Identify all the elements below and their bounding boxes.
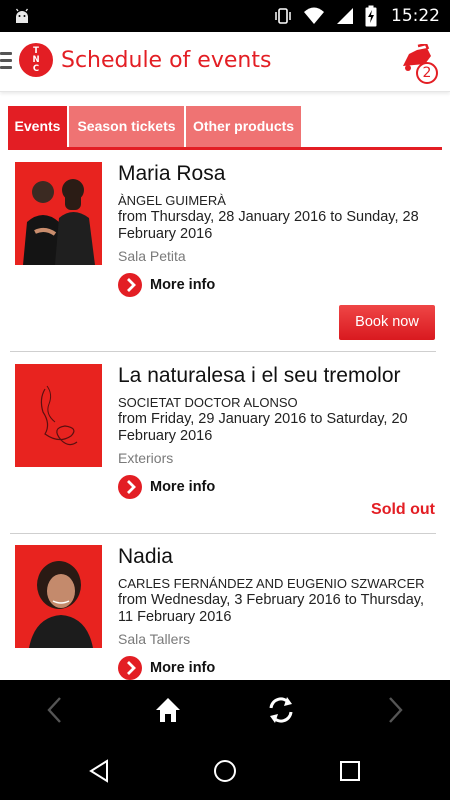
event-author: SOCIETAT DOCTOR ALONSO: [118, 395, 298, 410]
bottom-toolbar: [0, 680, 450, 740]
event-photo: [15, 364, 102, 467]
event-author: CARLES FERNÁNDEZ AND EUGENIO SZWARCER: [118, 576, 425, 591]
more-info-link[interactable]: More info: [118, 475, 438, 499]
more-info-label: More info: [150, 660, 216, 676]
event-dates: from Wednesday, 3 February 2016 to Thurs…: [118, 592, 425, 625]
chevron-right-icon: [118, 273, 142, 297]
divider: [10, 351, 436, 352]
book-now-button[interactable]: Book now: [339, 305, 435, 340]
event-dates: from Friday, 29 January 2016 to Saturday…: [118, 411, 408, 444]
nav-home-icon[interactable]: [212, 758, 238, 784]
back-arrow-icon[interactable]: [40, 694, 72, 726]
chevron-right-icon: [118, 656, 142, 680]
event-venue: Exteriors: [118, 450, 174, 466]
event-info: La naturalesa i el seu tremolor SOCIETAT…: [118, 364, 438, 499]
category-tabs: Events Season tickets Other products: [8, 106, 442, 150]
event-venue: Sala Petita: [118, 248, 186, 264]
more-info-label: More info: [150, 479, 216, 495]
chevron-right-icon: [118, 475, 142, 499]
cart-button[interactable]: 2: [400, 44, 438, 84]
cart-count-badge: 2: [416, 62, 438, 84]
event-photo: [15, 162, 102, 265]
sold-out-label: Sold out: [371, 501, 435, 518]
event-title[interactable]: La naturalesa i el seu tremolor: [118, 364, 438, 388]
event-info: Nadia CARLES FERNÁNDEZ AND EUGENIO SZWAR…: [118, 545, 438, 680]
logo-letter-c: C: [32, 64, 40, 74]
more-info-link[interactable]: More info: [118, 656, 438, 680]
event-title[interactable]: Maria Rosa: [118, 162, 438, 186]
event-author: ÀNGEL GUIMERÀ: [118, 193, 226, 208]
app-root: 15:22 T N C Schedule of events 2 Events …: [0, 0, 450, 800]
vibrate-icon: [275, 8, 291, 24]
nav-back-icon[interactable]: [87, 758, 113, 784]
event-venue: Sala Tallers: [118, 631, 191, 647]
tab-other-products[interactable]: Other products: [186, 106, 301, 147]
home-icon[interactable]: [152, 694, 184, 726]
page-title: Schedule of events: [61, 48, 272, 73]
event-image-la-naturalesa[interactable]: [15, 364, 102, 467]
refresh-icon[interactable]: [265, 694, 297, 726]
android-debug-icon: [15, 8, 29, 23]
tab-events[interactable]: Events: [8, 106, 67, 147]
divider: [10, 533, 436, 534]
cell-signal-icon: [337, 8, 353, 24]
status-bar: 15:22: [0, 0, 450, 32]
forward-arrow-icon[interactable]: [378, 694, 410, 726]
event-photo: [15, 545, 102, 648]
more-info-link[interactable]: More info: [118, 273, 438, 297]
status-clock: 15:22: [391, 6, 440, 26]
wifi-icon: [304, 7, 324, 24]
event-dates: from Thursday, 28 January 2016 to Sunday…: [118, 209, 419, 242]
event-image-nadia[interactable]: [15, 545, 102, 648]
system-navigation-bar: [0, 740, 450, 800]
nav-recents-icon[interactable]: [337, 758, 363, 784]
event-image-maria-rosa[interactable]: [15, 162, 102, 265]
more-info-label: More info: [150, 277, 216, 293]
event-title[interactable]: Nadia: [118, 545, 438, 569]
event-info: Maria Rosa ÀNGEL GUIMERÀ from Thursday, …: [118, 162, 438, 297]
battery-charging-icon: [365, 5, 377, 27]
tab-season-tickets[interactable]: Season tickets: [69, 106, 184, 147]
hamburger-menu-icon[interactable]: [0, 50, 14, 72]
app-bar: T N C Schedule of events 2: [0, 32, 450, 92]
tnc-logo[interactable]: T N C: [19, 43, 53, 77]
